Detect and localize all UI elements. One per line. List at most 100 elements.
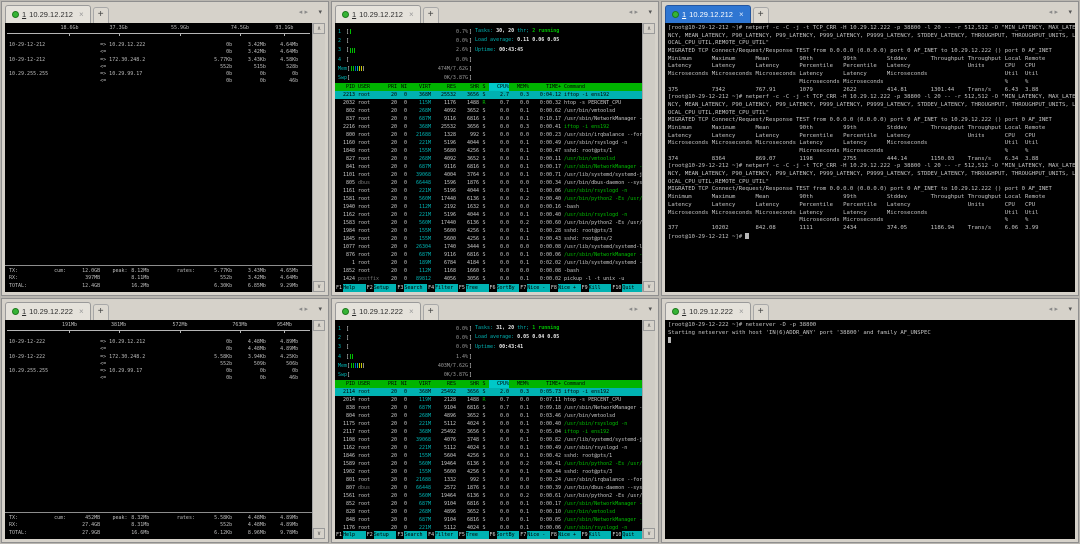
scroll-up-icon[interactable]: ∧ <box>643 320 655 331</box>
fkey-f10[interactable]: F10 Quit <box>611 283 642 292</box>
process-row[interactable]: 828 root 20 0 268M 4896 3652 S 0.0 0.1 0:00.10/usr… <box>335 508 642 516</box>
process-row[interactable]: 1845 root 20 0 155M 5600 4256 S 0.0 0.1 0:00.43 ssh… <box>335 235 642 243</box>
fkey-f10[interactable]: F10 Quit <box>611 530 642 539</box>
process-row[interactable]: 1984 root 20 0 155M 5600 4256 S 0.0 0.1 0:00.28 ssh… <box>335 227 642 235</box>
fkey-f4[interactable]: F4 Filter <box>427 283 458 292</box>
process-row[interactable]: 852 root 20 0 687M 9104 6816 S 0.0 0.1 0:00.17/usr… <box>335 500 642 508</box>
process-row[interactable]: 2216 root 20 0 368M 25532 3656 S 0.0 0.3 0:00.41 if… <box>335 123 642 131</box>
tab-scroll-arrows-icon[interactable]: ◂ ▸ <box>1049 305 1058 313</box>
column-header-pri[interactable]: PRI <box>385 83 397 91</box>
process-row[interactable]: 1176 root 20 0 221M 5112 4024 S 0.0 0.1 0:00.06/us… <box>335 524 642 530</box>
process-row[interactable]: 2117 root 20 0 368M 25492 3656 S 0.0 0.3 0:05.04 if… <box>335 428 642 436</box>
process-row[interactable]: 837 root 20 0 687M 9116 6816 S 0.0 0.1 0:10.17/usr… <box>335 115 642 123</box>
process-row[interactable]: 800 root 20 0 21688 1328 992 S 0.0 0.0 0:00.23/usr… <box>335 131 642 139</box>
htop-terminal[interactable]: 1[0.7%] 2[0.0%] 3[2.6%] 4[0.0%] Mem[474M/7.6… <box>335 23 642 292</box>
process-row[interactable]: 1161 root 20 0 221M 5196 4044 S 0.0 0.1 0:00.06/us… <box>335 187 642 195</box>
scroll-up-icon[interactable]: ∧ <box>643 23 655 34</box>
terminal-tab[interactable]: 1 10.29.12.212 × <box>335 5 421 23</box>
fkey-f7[interactable]: F7 Nice - <box>519 283 550 292</box>
process-row[interactable]: 807 dbus 20 0 66448 2572 1876 S 0.0 0.0 0:00.39/us… <box>335 484 642 492</box>
tab-scroll-arrows-icon[interactable]: ◂ ▸ <box>629 305 638 313</box>
htop-terminal[interactable]: 1[0.0%] 2[0.0%] 3[0.0%] 4[1.4%] Mem[403M/7.6… <box>335 320 642 539</box>
process-row[interactable]: 1902 root 20 0 155M 5600 4256 S 0.0 0.1 0:00.44 ssh… <box>335 468 642 476</box>
process-row[interactable]: 1424 postfix 20 0 89812 4056 3056 S 0.0 0.1 0:00.0… <box>335 275 642 283</box>
scroll-down-icon[interactable]: ∨ <box>313 528 325 539</box>
new-tab-button[interactable]: + <box>92 304 109 320</box>
column-header-time[interactable]: TIME+ <box>529 83 561 91</box>
process-row[interactable]: 1101 root 20 0 39068 4004 3764 S 0.0 0.1 0:00.71/u… <box>335 171 642 179</box>
fkey-f3[interactable]: F3 Search <box>396 530 428 539</box>
iftop-terminal[interactable]: 191Mb 381Mb 572Mb 763Mb 954Mb 10-29-12-222 => … <box>5 320 312 539</box>
process-row[interactable]: 841 root 20 0 687M 9116 6816 S 0.0 0.1 0:00.17/usr… <box>335 163 642 171</box>
scroll-down-icon[interactable]: ∨ <box>643 528 655 539</box>
scrollbar[interactable]: ∧ ∨ <box>312 23 325 292</box>
tab-close-icon[interactable]: × <box>79 10 84 19</box>
fkey-f8[interactable]: F8 Nice + <box>550 283 581 292</box>
tab-menu-icon[interactable]: ▾ <box>318 8 322 16</box>
tab-close-icon[interactable]: × <box>739 307 744 316</box>
scroll-down-icon[interactable]: ∨ <box>313 281 325 292</box>
process-row[interactable]: 1077 root 20 0 26304 1740 3444 S 0.0 0.0 0:00.08/u… <box>335 243 642 251</box>
fkey-f4[interactable]: F4 Filter <box>427 530 458 539</box>
tab-menu-icon[interactable]: ▾ <box>318 305 322 313</box>
column-header-virt[interactable]: VIRT <box>407 83 431 91</box>
tab-scroll-arrows-icon[interactable]: ◂ ▸ <box>629 8 638 16</box>
column-header-command[interactable]: Command <box>561 83 642 91</box>
process-row[interactable]: 804 root 20 0 268M 4896 3652 S 0.0 0.1 0:03.46/usr… <box>335 412 642 420</box>
column-header-user[interactable]: USER <box>355 380 385 388</box>
scrollbar[interactable]: ∧ ∨ <box>642 320 655 539</box>
column-header-cpu-pct[interactable]: CPU% <box>489 83 509 91</box>
process-row[interactable]: 802 root 20 0 268M 4092 3652 S 0.0 0.1 0:00.62/usr… <box>335 107 642 115</box>
column-header-nice[interactable]: NI <box>397 83 407 91</box>
fkey-f2[interactable]: F2 Setup <box>366 283 397 292</box>
column-header-user[interactable]: USER <box>355 83 385 91</box>
column-header-mem-pct[interactable]: MEM% <box>509 380 529 388</box>
column-header-shr[interactable]: SHR <box>456 380 479 388</box>
tab-menu-icon[interactable]: ▾ <box>1068 8 1072 16</box>
column-header-pri[interactable]: PRI <box>385 380 397 388</box>
tab-close-icon[interactable]: × <box>739 10 744 19</box>
column-header-virt[interactable]: VIRT <box>407 380 431 388</box>
column-header-pid[interactable]: PID <box>335 83 355 91</box>
terminal-tab[interactable]: 1 10.29.12.222 × <box>335 302 421 320</box>
column-header-pid[interactable]: PID <box>335 380 355 388</box>
process-row[interactable]: 2032 root 20 0 115M 1176 1488 R 0.7 0.0 0:00.32 hto… <box>335 99 642 107</box>
fkey-f6[interactable]: F6 SortBy <box>489 530 520 539</box>
process-row[interactable]: 1848 root 20 0 155M 5680 4256 S 0.0 0.1 0:00.47 ssh… <box>335 147 642 155</box>
fkey-f6[interactable]: F6 SortBy <box>489 283 520 292</box>
fkey-f5[interactable]: F5 Tree <box>458 530 489 539</box>
tab-close-icon[interactable]: × <box>409 10 414 19</box>
column-header-state[interactable]: S <box>479 83 489 91</box>
fkey-f9[interactable]: F9 Kill <box>581 283 612 292</box>
process-row[interactable]: 1581 root 20 0 560M 17440 6136 S 0.0 0.2 0:00.40/u… <box>335 195 642 203</box>
tab-scroll-arrows-icon[interactable]: ◂ ▸ <box>1049 8 1058 16</box>
scrollbar[interactable]: ∧ ∨ <box>312 320 325 539</box>
column-header-state[interactable]: S <box>479 380 489 388</box>
process-row[interactable]: 1 root 20 0 189M 6784 4184 S 0.0 0.1 0:02.02/usr/l… <box>335 259 642 267</box>
process-row[interactable]: 1846 root 20 0 155M 5604 4256 S 0.0 0.1 0:00.42 ssh… <box>335 452 642 460</box>
column-header-res[interactable]: RES <box>431 83 456 91</box>
terminal-tab[interactable]: 1 10.29.12.222 × <box>5 302 91 320</box>
process-row[interactable]: 805 dbus 20 0 66448 1596 1876 S 0.0 0.0 0:00.34/us… <box>335 179 642 187</box>
process-row[interactable]: 1852 root 20 0 112M 1168 1660 S 0.0 0.0 0:00.08 -ba… <box>335 267 642 275</box>
tab-close-icon[interactable]: × <box>409 307 414 316</box>
fkey-f7[interactable]: F7 Nice - <box>519 530 550 539</box>
process-row[interactable]: 2213 root 20 0 368M 25532 3656 S 2.7 0.3 0:04.12 if… <box>335 91 642 99</box>
netperf-terminal[interactable]: [root@10-29-12-212 ~]# netperf -c -C -j … <box>665 23 1075 292</box>
fkey-f5[interactable]: F5 Tree <box>458 283 489 292</box>
fkey-f8[interactable]: F8 Nice + <box>550 530 581 539</box>
process-row[interactable]: 1108 root 20 0 39068 4076 3748 S 0.0 0.1 0:00.82/u… <box>335 436 642 444</box>
process-row[interactable]: 827 root 20 0 268M 4092 3652 S 0.0 0.1 0:00.11/usr… <box>335 155 642 163</box>
new-tab-button[interactable]: + <box>422 304 439 320</box>
process-row[interactable]: 838 root 20 0 687M 9104 6816 S 0.7 0.1 0:09.18/usr… <box>335 404 642 412</box>
process-row[interactable]: 1160 root 20 0 221M 5196 4044 S 0.0 0.1 0:00.49/us… <box>335 139 642 147</box>
column-header-command[interactable]: Command <box>561 380 642 388</box>
fkey-f9[interactable]: F9 Kill <box>581 530 612 539</box>
new-tab-button[interactable]: + <box>92 7 109 23</box>
new-tab-button[interactable]: + <box>752 7 769 23</box>
process-row[interactable]: 1940 root 20 0 112M 2192 1632 S 0.0 0.0 0:00.16 -ba… <box>335 203 642 211</box>
iftop-terminal[interactable]: 18.6Gb 37.3Gb 55.9Gb 74.5Gb 93.1Gb 10-29-12-2… <box>5 23 312 292</box>
process-row[interactable]: 1561 root 20 0 560M 19464 6136 S 0.0 0.2 0:00.61/u… <box>335 492 642 500</box>
process-row[interactable]: 2114 root 20 0 368M 25492 3656 S 2.0 0.3 0:05.73 if… <box>335 388 642 396</box>
column-header-nice[interactable]: NI <box>397 380 407 388</box>
